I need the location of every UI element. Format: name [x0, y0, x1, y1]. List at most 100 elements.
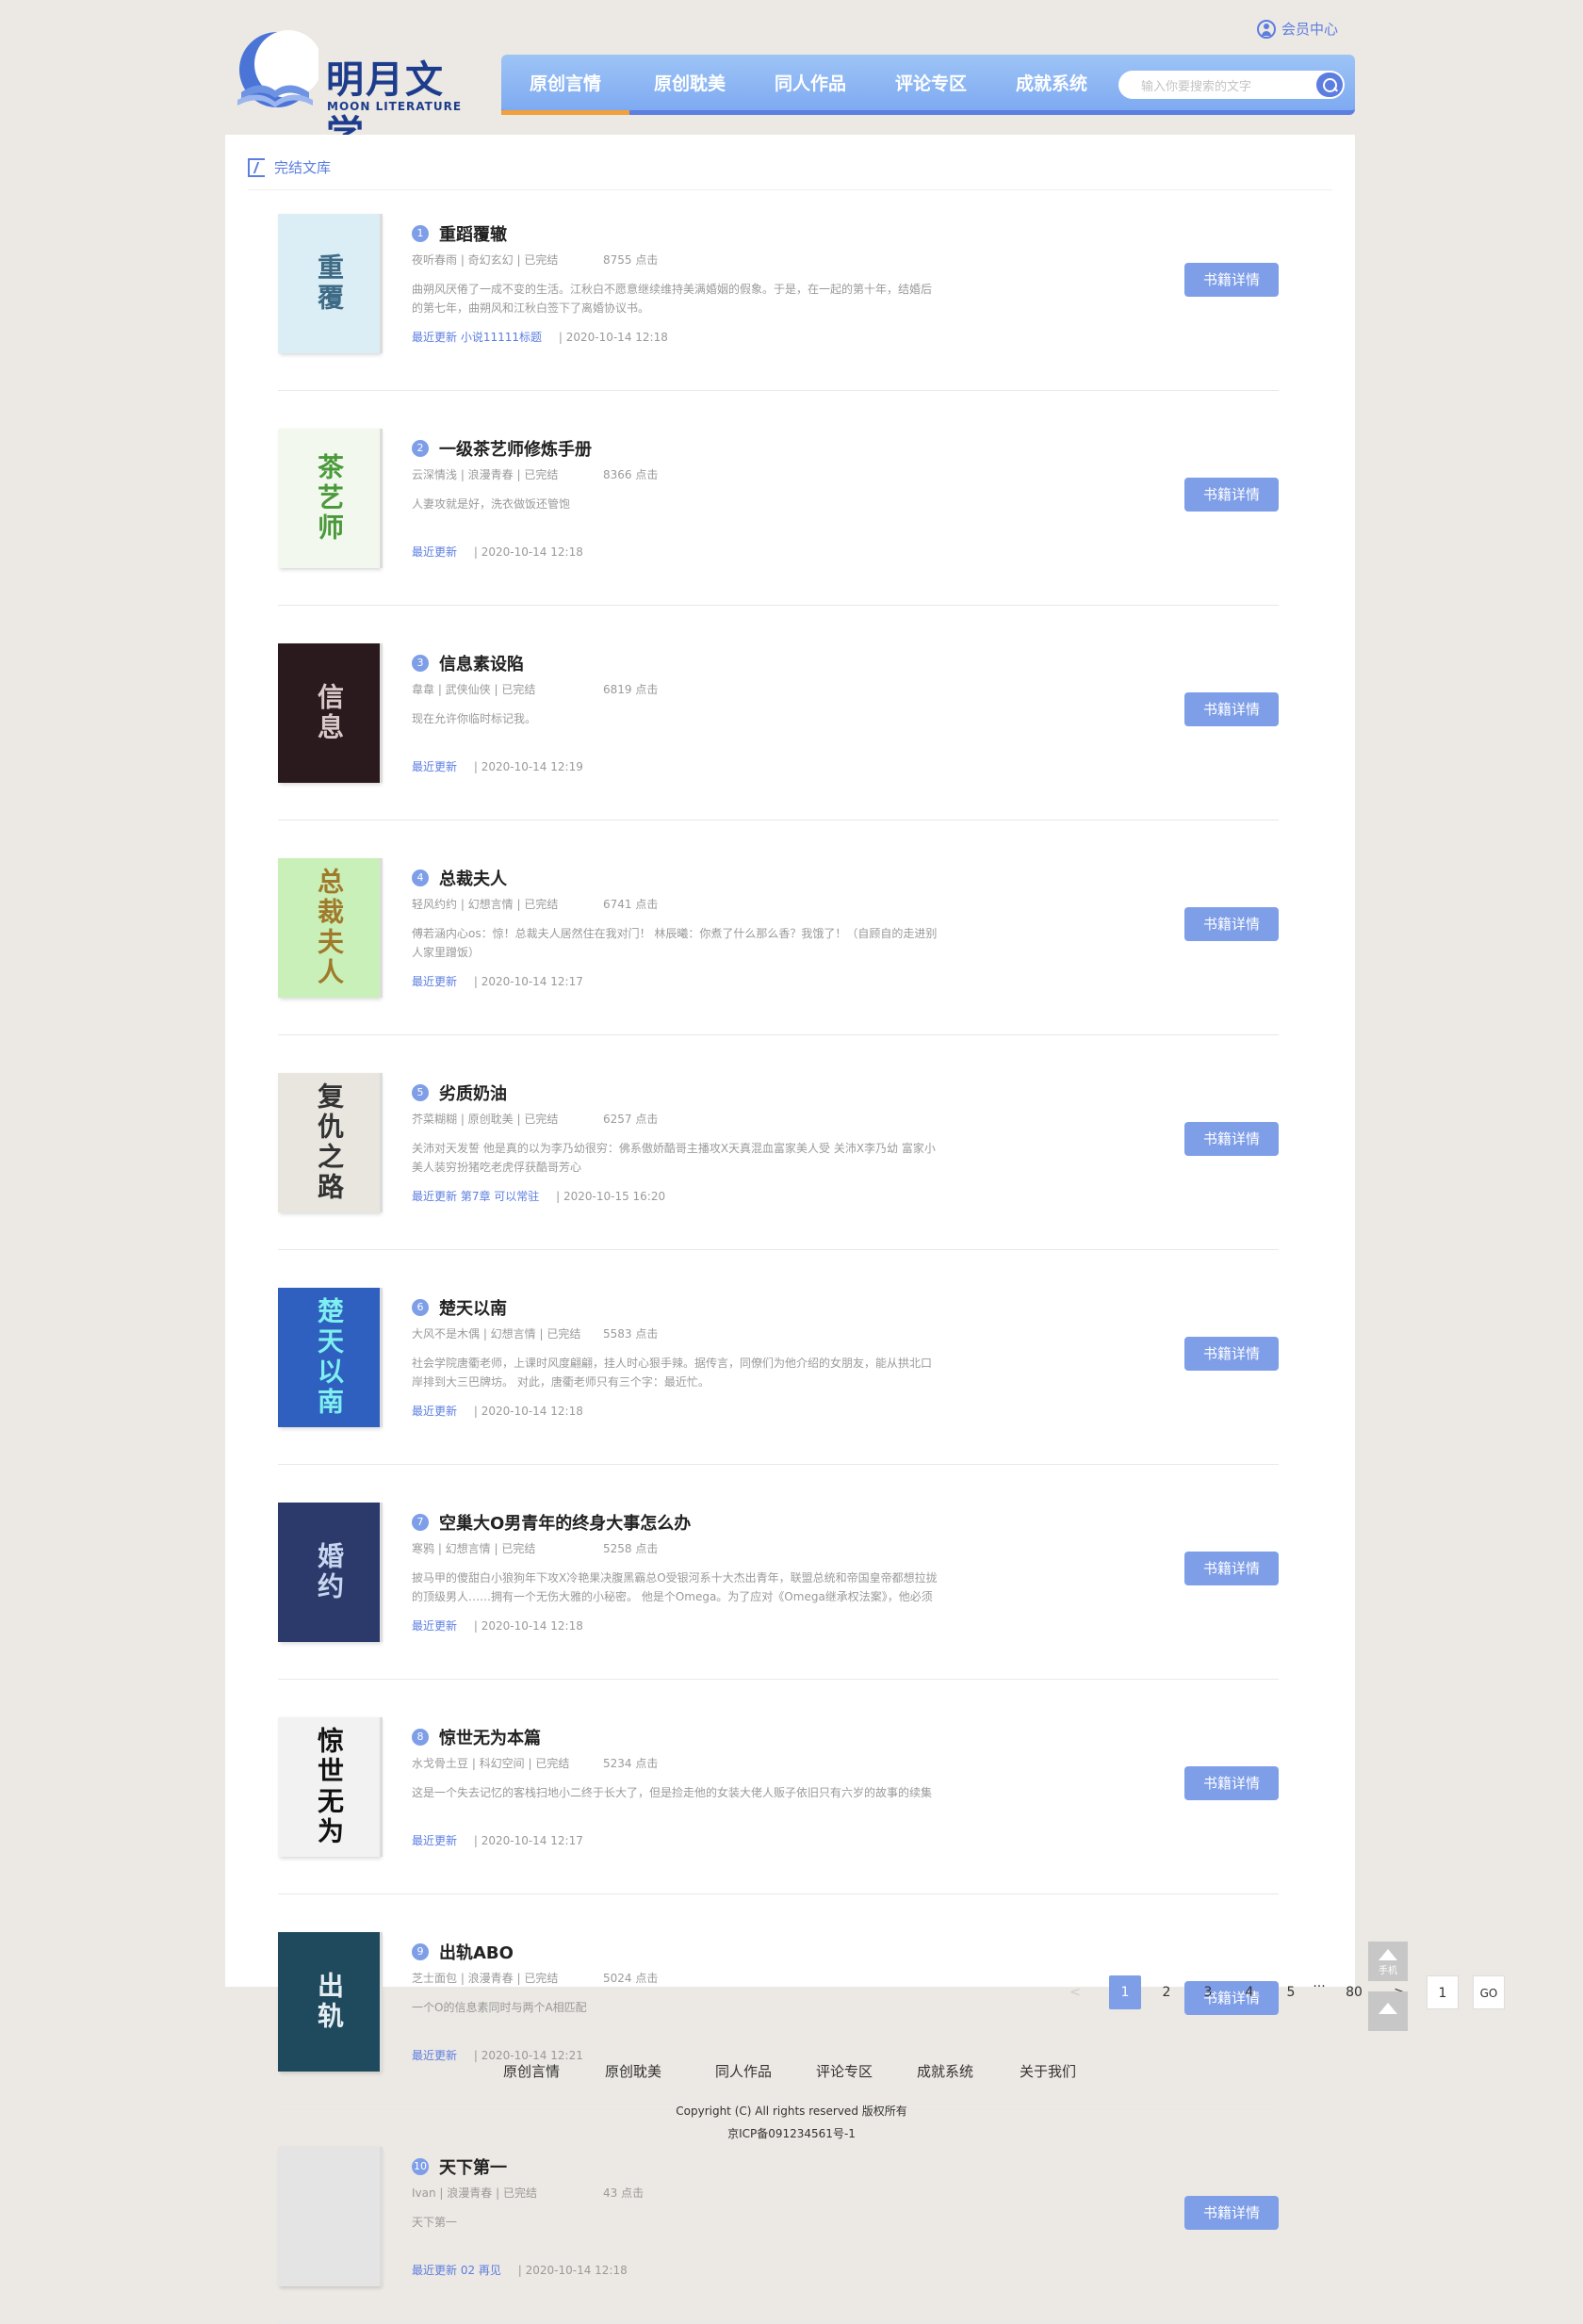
latest-chapter-link[interactable]: 小说11111标题 [461, 331, 542, 344]
book-row: 楚天以南 6 楚天以南 大风不是木偶 | 幻想言情 | 已完结 5583 点击 … [278, 1288, 1279, 1465]
latest-chapter-link[interactable]: 02 再见 [461, 2264, 501, 2277]
rank-badge: 8 [412, 1729, 429, 1746]
book-detail-button[interactable]: 书籍详情 [1184, 478, 1279, 512]
update-time: | 2020-10-14 12:17 [473, 1834, 583, 1847]
book-description: 现在允许你临时标记我。 [412, 712, 537, 725]
page-button-2[interactable]: 2 [1151, 1975, 1183, 2009]
breadcrumb: 完结文库 [248, 157, 331, 177]
book-row: 信息 3 信息素设陷 韋韋 | 武侠仙侠 | 已完结 6819 点击 现在允许你… [278, 643, 1279, 821]
nav-item-achievements[interactable]: 成就系统 [991, 55, 1112, 110]
go-button[interactable]: GO [1473, 1975, 1505, 2009]
book-cover[interactable] [278, 2147, 380, 2286]
member-center-label: 会员中心 [1281, 21, 1339, 38]
logo-english-text: MOON LITERATURE [327, 100, 463, 113]
nav-item-original-romance[interactable]: 原创言情 [501, 55, 629, 115]
book-title[interactable]: 重蹈覆辙 [439, 221, 507, 246]
click-count: 6741 点击 [603, 898, 659, 911]
book-title[interactable]: 出轨ABO [439, 1940, 514, 1964]
book-detail-button[interactable]: 书籍详情 [1184, 907, 1279, 941]
book-cover[interactable]: 出轨 [278, 1932, 380, 2072]
book-cover[interactable]: 复仇之路 [278, 1073, 380, 1212]
page-button-5[interactable]: 5 [1275, 1975, 1307, 2009]
click-count: 5258 点击 [603, 1542, 659, 1555]
back-to-top-button[interactable] [1368, 1991, 1408, 2031]
flag-icon [248, 157, 265, 177]
rank-badge: 10 [412, 2158, 429, 2175]
book-title[interactable]: 劣质奶油 [439, 1081, 507, 1105]
page-button-last[interactable]: 80 [1338, 1975, 1370, 2009]
book-detail-button[interactable]: 书籍详情 [1184, 692, 1279, 726]
prev-page-button[interactable]: < [1059, 1975, 1091, 2009]
book-row: 10 天下第一 Ivan | 浪漫青春 | 已完结 43 点击 天下第一 最近更… [278, 2147, 1279, 2324]
nav-item-original-bl[interactable]: 原创耽美 [629, 55, 750, 110]
book-meta: 芥菜糊糊 | 原创耽美 | 已完结 [412, 1113, 559, 1126]
book-cover[interactable]: 重覆 [278, 214, 380, 353]
search-input[interactable]: 输入你要搜索的文字 [1141, 76, 1251, 94]
book-title[interactable]: 天下第一 [439, 2154, 507, 2179]
book-description: 天下第一 [412, 2216, 458, 2229]
site-logo[interactable]: 明月文学 MOON LITERATURE [228, 30, 464, 156]
book-title[interactable]: 楚天以南 [439, 1295, 507, 1320]
book-cover[interactable]: 惊世无为 [278, 1717, 380, 1857]
book-title[interactable]: 惊世无为本篇 [439, 1725, 541, 1749]
footer-link-original-romance[interactable]: 原创言情 [503, 2061, 560, 2081]
book-cover[interactable]: 信息 [278, 643, 380, 783]
book-detail-button[interactable]: 书籍详情 [1184, 2196, 1279, 2230]
cover-title: 出轨 [314, 1972, 345, 2032]
book-detail-button[interactable]: 书籍详情 [1184, 263, 1279, 297]
latest-update-label: 最近更新 [412, 760, 458, 773]
book-cover[interactable]: 婚约 [278, 1503, 380, 1642]
search-box[interactable]: 输入你要搜索的文字 [1118, 71, 1345, 99]
member-center-link[interactable]: 会员中心 [1257, 19, 1338, 39]
book-cover[interactable]: 总裁夫人 [278, 858, 380, 998]
footer-link-fan-works[interactable]: 同人作品 [715, 2061, 772, 2081]
latest-update: 最近更新 第7章 可以常驻 | 2020-10-15 16:20 [412, 1188, 665, 1204]
book-description: 傅若涵内心os：惊！总裁夫人居然住在我对门！ 林辰曦：你煮了什么那么香？我饿了！… [412, 927, 938, 959]
book-meta: 大风不是木偶 | 幻想言情 | 已完结 [412, 1327, 581, 1341]
book-meta: 芝士面包 | 浪漫青春 | 已完结 [412, 1972, 559, 1985]
footer-link-about[interactable]: 关于我们 [1020, 2061, 1076, 2081]
latest-update-label: 最近更新 [412, 975, 458, 988]
book-title[interactable]: 信息素设陷 [439, 651, 524, 675]
page-button-4[interactable]: 4 [1233, 1975, 1265, 2009]
cover-title: 重覆 [314, 253, 345, 314]
divider [248, 189, 1332, 190]
latest-update-label: 最近更新 [412, 545, 458, 559]
cover-title: 惊世无为 [314, 1727, 345, 1847]
book-title[interactable]: 总裁夫人 [439, 866, 507, 890]
latest-update: 最近更新 | 2020-10-14 12:17 [412, 973, 583, 989]
footer-link-reviews[interactable]: 评论专区 [816, 2061, 873, 2081]
click-count: 8755 点击 [603, 253, 659, 267]
book-detail-button[interactable]: 书籍详情 [1184, 1122, 1279, 1156]
book-title[interactable]: 一级茶艺师修炼手册 [439, 436, 592, 461]
book-row: 总裁夫人 4 总裁夫人 轻风约约 | 幻想言情 | 已完结 6741 点击 傅若… [278, 858, 1279, 1035]
page-jump-input[interactable]: 1 [1427, 1975, 1459, 2009]
search-icon[interactable] [1316, 73, 1343, 97]
click-count: 8366 点击 [603, 468, 659, 481]
book-detail-button[interactable]: 书籍详情 [1184, 1766, 1279, 1800]
book-title[interactable]: 空巢大O男青年的终身大事怎么办 [439, 1510, 691, 1535]
cover-title: 信息 [314, 683, 345, 743]
rank-badge: 3 [412, 655, 429, 672]
rank-badge: 5 [412, 1084, 429, 1101]
page-button-3[interactable]: 3 [1192, 1975, 1224, 2009]
mobile-version-button[interactable]: 手机 [1368, 1942, 1408, 1981]
nav-item-fan-works[interactable]: 同人作品 [750, 55, 871, 110]
breadcrumb-label[interactable]: 完结文库 [274, 157, 331, 177]
book-detail-button[interactable]: 书籍详情 [1184, 1552, 1279, 1585]
page-button-1[interactable]: 1 [1109, 1975, 1141, 2009]
update-time: | 2020-10-14 12:17 [473, 975, 583, 988]
click-count: 5583 点击 [603, 1327, 659, 1341]
book-cover[interactable]: 茶艺师 [278, 429, 380, 568]
latest-update: 最近更新 | 2020-10-14 12:18 [412, 1403, 583, 1419]
latest-chapter-link[interactable]: 第7章 可以常驻 [461, 1190, 539, 1203]
latest-update-label: 最近更新 [412, 2264, 458, 2277]
book-detail-button[interactable]: 书籍详情 [1184, 1337, 1279, 1371]
click-count: 5024 点击 [603, 1972, 659, 1985]
cover-title: 婚约 [314, 1542, 345, 1602]
footer-link-achievements[interactable]: 成就系统 [917, 2061, 973, 2081]
book-cover[interactable]: 楚天以南 [278, 1288, 380, 1427]
update-time: | 2020-10-15 16:20 [556, 1190, 666, 1203]
footer-link-original-bl[interactable]: 原创耽美 [605, 2061, 661, 2081]
nav-item-reviews[interactable]: 评论专区 [871, 55, 991, 110]
